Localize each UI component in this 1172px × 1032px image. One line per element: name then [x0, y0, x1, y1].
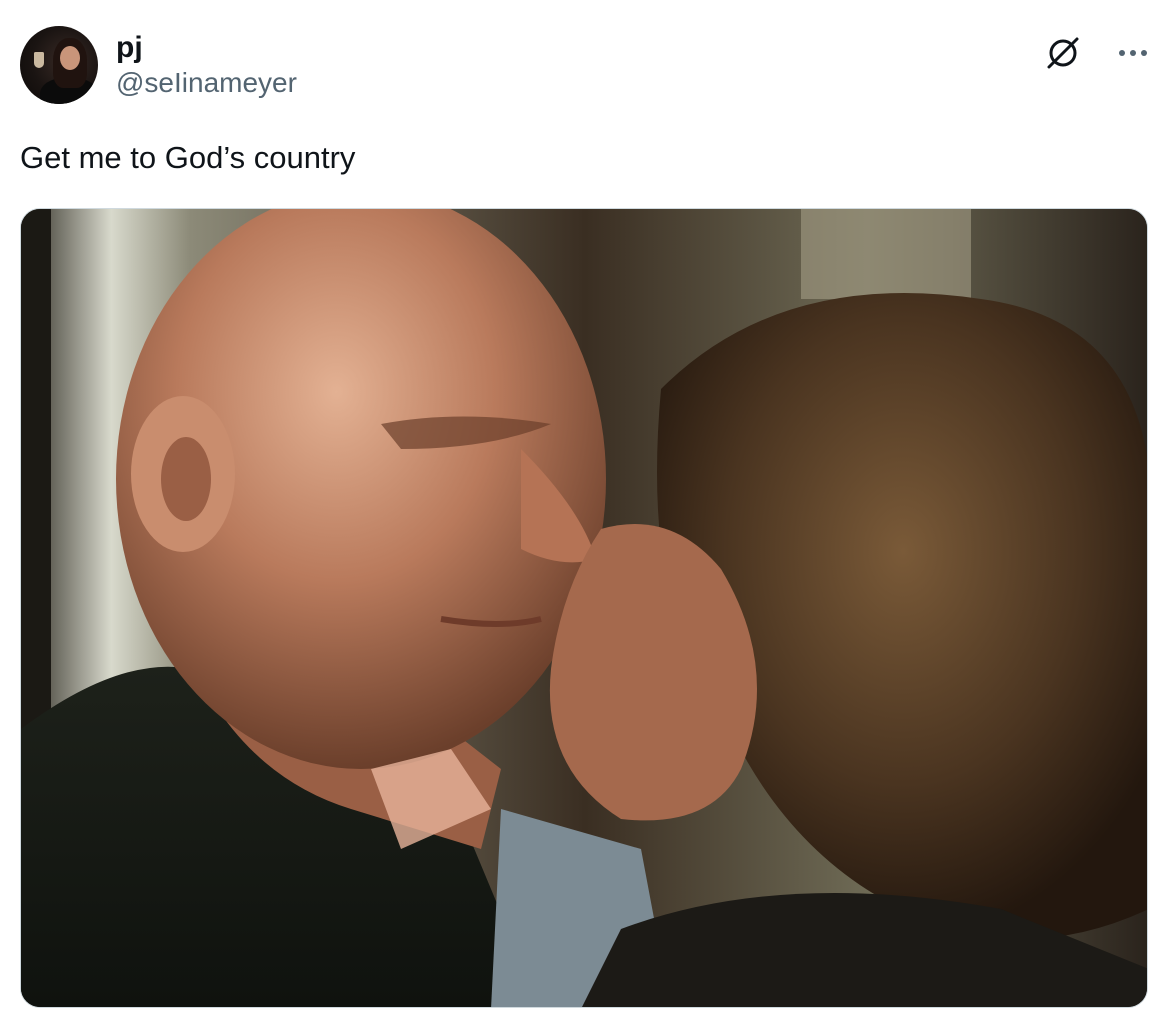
display-name[interactable]: pj — [116, 30, 297, 66]
user-handle[interactable]: @seIinameyer — [116, 66, 297, 100]
avatar[interactable] — [20, 26, 98, 104]
tweet-actions — [1044, 34, 1148, 72]
tweet-text: Get me to God’s country — [20, 140, 356, 175]
tweet-header: pj @seIinameyer — [20, 26, 297, 104]
author-info: pj @seIinameyer — [116, 30, 297, 100]
photo-image — [21, 209, 1147, 1007]
tweet-card[interactable]: pj @seIinameyer Get me to God’s country — [0, 0, 1172, 1032]
more-icon[interactable] — [1118, 48, 1148, 58]
grok-icon[interactable] — [1044, 34, 1082, 72]
tweet-media-photo[interactable] — [20, 208, 1148, 1008]
